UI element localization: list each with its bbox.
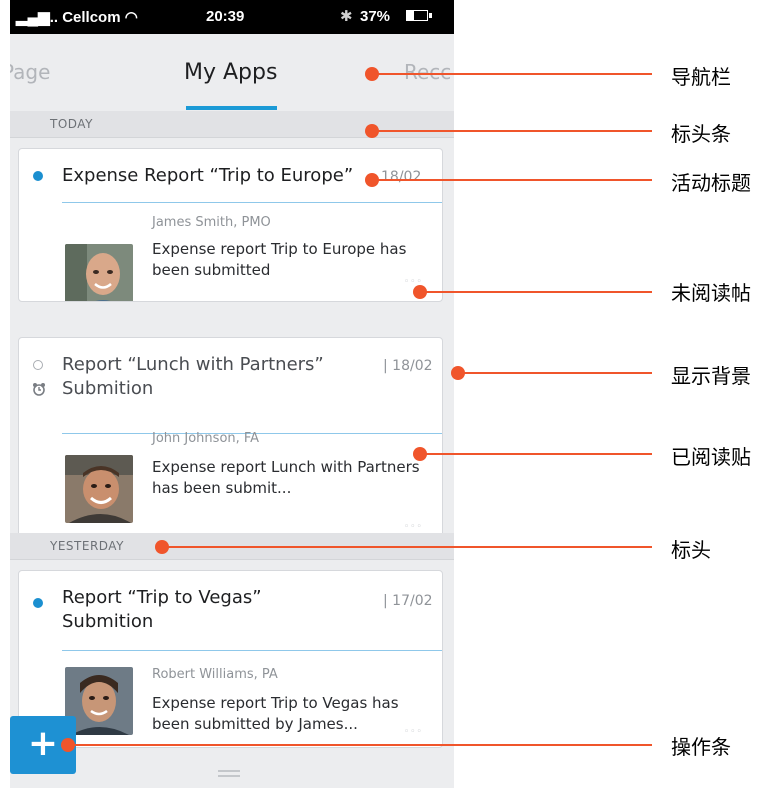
card-date: | 18/02 [383,358,433,374]
card-divider [62,202,442,203]
annotation-line [458,372,652,374]
unread-dot-icon [33,598,43,608]
post-excerpt: Expense report Trip to Europe has been s… [152,240,407,279]
author-name: John Johnson, FA [152,431,260,446]
annotation-line [372,73,652,75]
card-title-line2: Submition [62,611,154,632]
bluetooth-icon: ✱ [340,8,353,25]
card-date: 18/02 [381,169,422,185]
more-options-icon[interactable]: ◦◦◦ [404,727,423,737]
annotation-label: 未阅读帖 [671,281,751,305]
nav-tab-prev[interactable]: Page [10,60,50,84]
annotation-dot [365,124,379,138]
card-title-line1: Report “Trip to Vegas” [62,587,262,608]
annotation-label: 导航栏 [671,65,731,89]
annotation-dot [413,285,427,299]
avatar [65,244,133,301]
annotation-line [372,130,652,132]
annotation-dot [451,366,465,380]
unread-dot-icon [33,171,43,181]
card-divider [62,650,442,651]
read-dot-icon [33,360,43,370]
alarm-clock-icon [32,382,46,400]
phone-screen: ▂▄▆.. Cellcom ◠ 20:39 ✱ 37% Page My Apps… [10,0,454,788]
card-unread-post[interactable]: Report “Trip to Vegas” Submition | 17/02… [18,570,443,748]
annotation-label: 标头 [671,538,711,562]
annotation-dot [155,540,169,554]
nav-tab-next[interactable]: Recc [404,60,451,84]
status-bar: ▂▄▆.. Cellcom ◠ 20:39 ✱ 37% [10,0,454,34]
post-excerpt: Expense report Lunch with Partners has b… [152,458,420,497]
avatar [65,455,133,523]
more-options-icon[interactable]: ◦◦◦ [404,522,423,532]
card-date: | 17/02 [383,593,433,609]
annotation-line [420,453,652,455]
annotation-line [68,744,652,746]
card-read-post[interactable]: Report “Lunch with Partners” Submition |… [18,337,443,545]
status-time: 20:39 [206,8,245,25]
annotation-dot [61,738,75,752]
card-title: Report “Trip to Vegas” Submition [62,586,262,634]
annotation-label: 显示背景 [671,364,751,388]
annotation-line [372,179,652,181]
post-excerpt: Expense report Trip to Vegas has been su… [152,694,399,733]
nav-bar: Page My Apps Recc [10,34,454,110]
nav-active-indicator [186,106,277,110]
battery-icon [406,10,428,21]
annotation-label: 标头条 [671,122,731,146]
battery-tip [429,13,432,18]
annotation-line [162,546,652,548]
card-title: Report “Lunch with Partners” Submition [62,353,324,401]
card-unread-post[interactable]: Expense Report “Trip to Europe” 18/02 Ja… [18,148,443,302]
section-label: TODAY [50,117,93,131]
carrier-signal: ▂▄▆.. Cellcom ◠ [16,9,138,26]
annotation-label: 操作条 [671,735,731,759]
section-label: YESTERDAY [50,539,124,553]
annotation-dot [413,447,427,461]
card-title: Expense Report “Trip to Europe” [62,165,354,186]
author-name: James Smith, PMO [152,215,271,230]
battery-percent: 37% [360,8,391,25]
section-header-today: TODAY [10,111,454,138]
annotation-label: 活动标题 [671,171,751,195]
drag-handle-icon[interactable] [218,770,240,778]
card-title-line1: Report “Lunch with Partners” [62,354,324,375]
annotation-line [420,291,652,293]
card-title-line2: Submition [62,378,154,399]
annotation-dot [365,67,379,81]
nav-tab-current[interactable]: My Apps [184,60,277,85]
annotation-label: 已阅读贴 [671,445,751,469]
author-name: Robert Williams, PA [152,667,278,682]
annotation-dot [365,173,379,187]
